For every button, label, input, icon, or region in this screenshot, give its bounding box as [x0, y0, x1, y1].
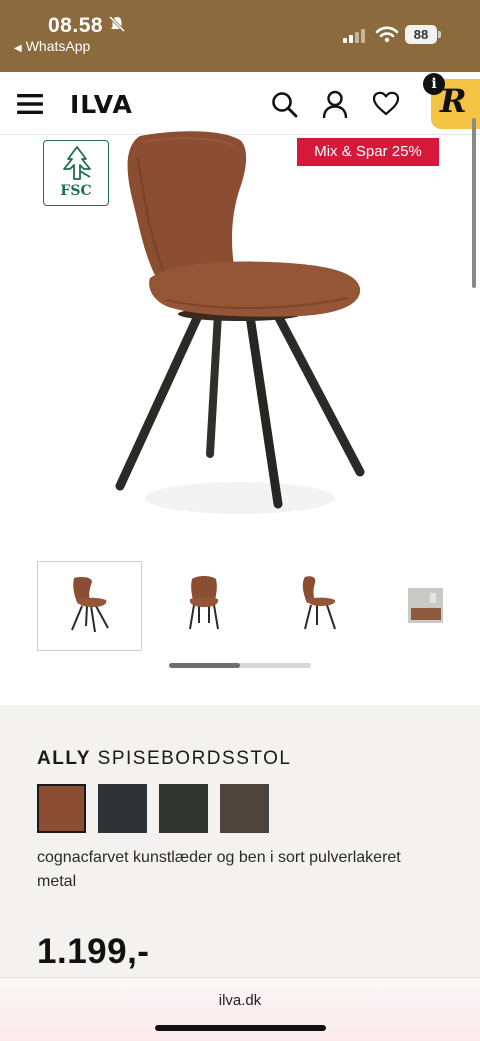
product-image-chair[interactable] [100, 128, 380, 528]
gallery-thumbnail[interactable] [37, 561, 142, 651]
color-swatch-charcoal[interactable] [159, 784, 208, 833]
battery-tip [438, 31, 441, 38]
fsc-label: FSC [60, 183, 92, 199]
thumbnail-chair-front-image [189, 576, 219, 630]
url-text[interactable]: ilva.dk [0, 992, 480, 1009]
color-swatch-brown-grey[interactable] [220, 784, 269, 833]
gallery-thumbnail[interactable] [152, 561, 257, 651]
scrollbar[interactable] [472, 118, 476, 288]
wifi-icon [375, 26, 399, 43]
back-app-label: WhatsApp [25, 38, 91, 54]
ios-status-bar: 08.58 ◀ WhatsApp 88 [0, 0, 480, 72]
back-arrow-icon: ◀ [14, 43, 22, 54]
search-icon[interactable] [271, 91, 298, 118]
product-price: 1.199,- [37, 932, 150, 971]
color-swatch-dark-grey[interactable] [98, 784, 147, 833]
thumbnail-chair-side-image [302, 576, 336, 630]
thumbnail-room-image [408, 588, 443, 623]
gallery-scroll-thumb[interactable] [169, 663, 240, 668]
home-indicator[interactable] [155, 1025, 326, 1031]
thumbnail-chair-image [71, 577, 109, 633]
info-icon[interactable]: i [423, 73, 445, 95]
status-time: 08.58 [48, 14, 104, 37]
silent-bell-icon [108, 15, 126, 33]
account-icon[interactable] [322, 90, 348, 119]
product-title: ALLY SPISEBORDSSTOL [37, 748, 291, 770]
gallery-thumbnail[interactable] [382, 561, 480, 651]
heart-icon[interactable] [372, 91, 400, 116]
ilva-logo[interactable]: ILVA [70, 90, 133, 119]
gallery-thumbnail[interactable] [267, 561, 372, 651]
product-description: cognacfarvet kunstlæder og ben i sort pu… [37, 849, 401, 890]
room-lamp [430, 593, 436, 603]
cellular-signal-icon [343, 29, 365, 43]
menu-icon[interactable] [17, 93, 43, 115]
room-sofa [411, 608, 441, 620]
battery-indicator: 88 [405, 25, 437, 44]
product-type: SPISEBORDSSTOL [97, 748, 292, 769]
site-header: ILVA [0, 72, 480, 135]
product-brand: ALLY [37, 748, 91, 769]
color-swatch-cognac[interactable] [37, 784, 86, 833]
browser-address-bar[interactable]: ilva.dk [0, 977, 480, 1041]
back-to-app-link[interactable]: ◀ WhatsApp [14, 38, 90, 54]
